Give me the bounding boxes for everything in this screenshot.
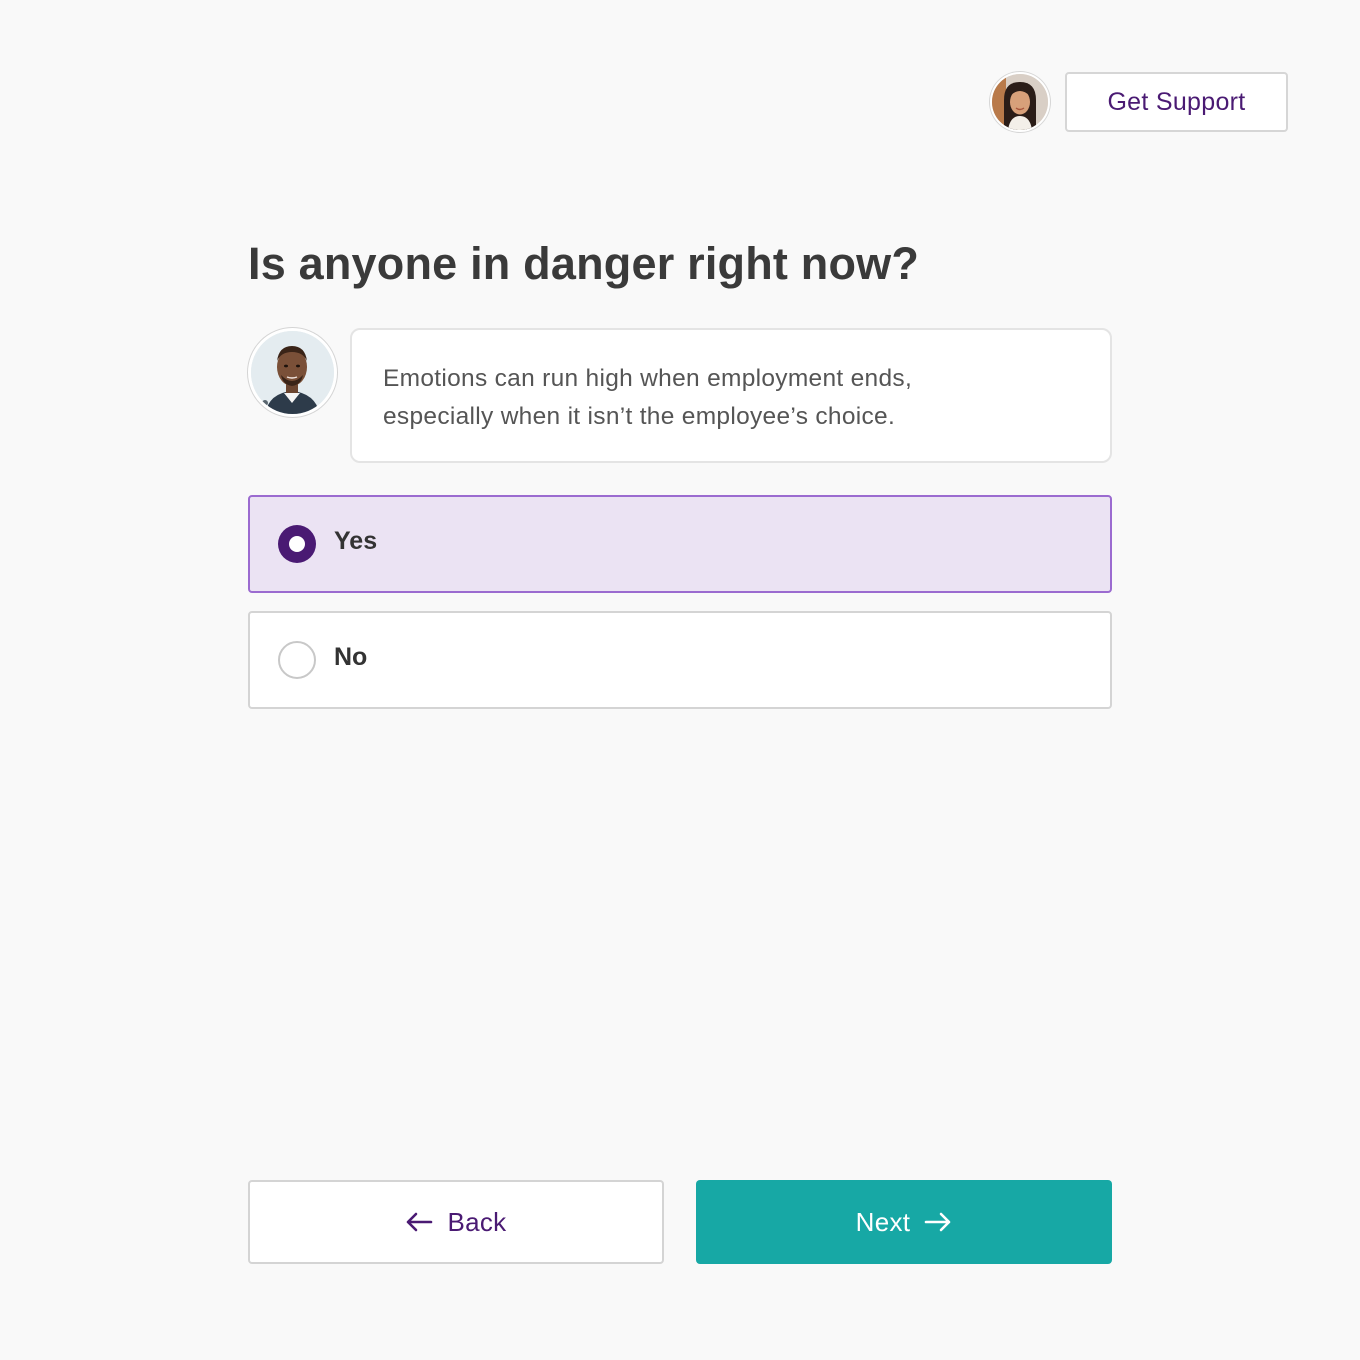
next-button-label: Next — [855, 1206, 911, 1237]
advisor-message-line-2: especially when it isn’t the employee’s … — [383, 403, 896, 430]
next-button[interactable]: Next — [696, 1180, 1112, 1264]
back-button[interactable]: Back — [248, 1180, 664, 1264]
page: Get Support Is anyone in danger right no… — [0, 0, 1360, 1360]
support-agent-avatar — [990, 72, 1050, 132]
advisor-photo — [251, 331, 334, 414]
arrow-left-icon — [405, 1212, 447, 1232]
option-yes[interactable]: Yes — [248, 495, 1112, 593]
radio-selected-icon[interactable] — [278, 525, 316, 563]
advisor-message: Emotions can run high when employment en… — [350, 328, 1112, 463]
option-no-label: No — [334, 643, 368, 671]
support-agent-photo — [992, 74, 1048, 130]
arrow-right-icon — [910, 1212, 952, 1232]
back-button-label: Back — [447, 1206, 507, 1237]
question-title: Is anyone in danger right now? — [248, 238, 920, 289]
get-support-button[interactable]: Get Support — [1065, 72, 1288, 132]
advisor-message-line-1: Emotions can run high when employment en… — [383, 365, 913, 392]
radio-unselected-icon[interactable] — [278, 641, 316, 679]
option-yes-label: Yes — [334, 527, 378, 555]
option-no[interactable]: No — [248, 611, 1112, 709]
advisor-avatar — [248, 328, 337, 417]
